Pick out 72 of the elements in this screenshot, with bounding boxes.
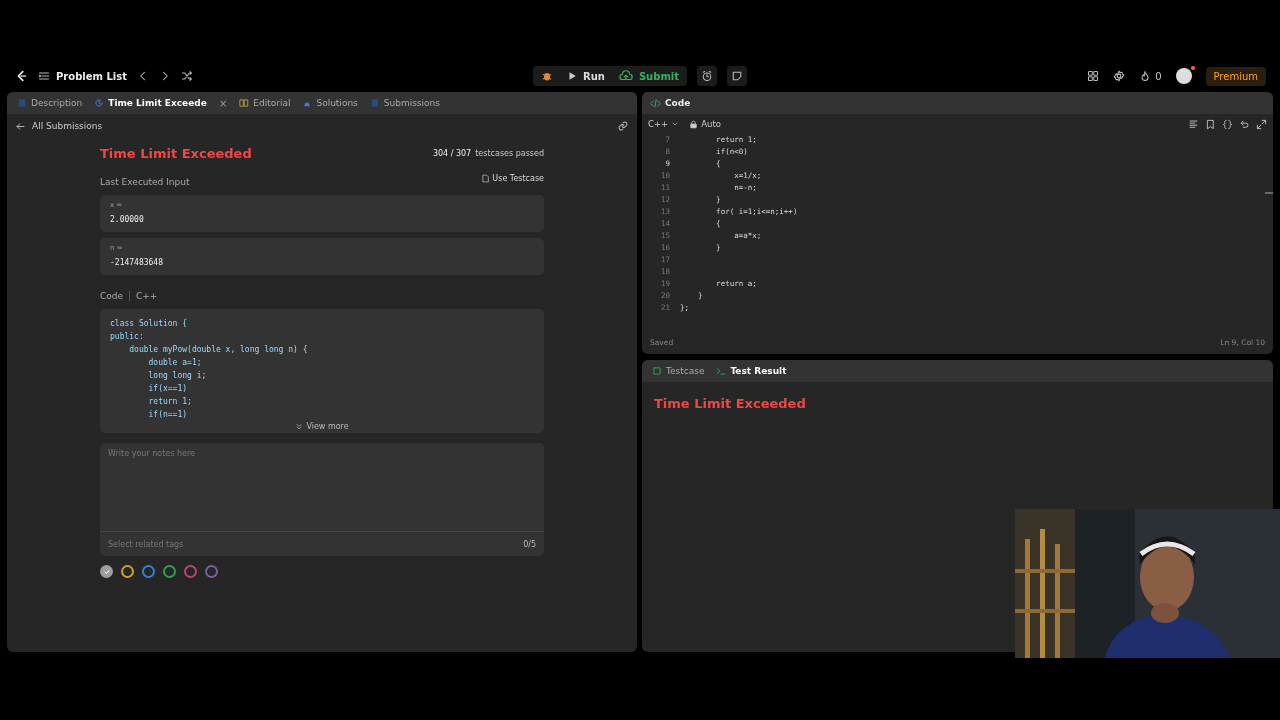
input-value: -2147483648 [110,258,164,267]
undo-icon [1239,118,1250,130]
view-more-button[interactable]: View more [289,421,355,432]
format-icon [1188,118,1199,130]
clock-icon [94,98,105,108]
panel-title: Code [665,98,691,108]
streak-count: 0 [1155,70,1162,82]
passed-count: 304 / 307 [432,149,472,158]
code-line: public: [110,331,145,343]
code-label: Code [100,291,124,301]
code-line: if(x==1) [147,383,189,395]
caret-icon [671,120,680,128]
color-swatch[interactable] [100,565,113,578]
note-icon [731,70,744,82]
arrow-left-icon [15,120,26,132]
document-icon [369,98,380,108]
code-icon [650,97,661,109]
premium-button[interactable]: Premium [1205,66,1266,86]
language-label: C++ [136,291,158,301]
status-title: Time Limit Exceeded [100,146,252,161]
problem-list-button[interactable]: Problem List [38,70,127,82]
code-line: class Solution { [110,318,189,330]
color-swatch[interactable] [142,565,155,578]
bug-icon [540,70,553,82]
double-chevron-down-icon [295,422,304,431]
panel-tab[interactable]: Description [17,98,83,108]
document-icon [17,98,27,108]
passed-label: testcases passed [475,149,544,158]
check-icon [102,567,111,576]
mode-label: Auto [701,119,721,129]
file-icon [481,173,491,183]
book-icon [239,98,250,108]
color-swatch[interactable] [163,565,176,578]
back-link[interactable]: All Submissions [15,120,103,132]
code-line: long long i; [147,370,208,382]
lock-icon [689,119,699,129]
shuffle-icon [180,70,193,82]
section-heading: Last Executed Input [100,177,190,187]
code-line: double myPow(double x, long long n) { [128,344,309,356]
expand-icon [1256,118,1267,130]
color-swatch[interactable] [205,565,218,578]
language-dropdown[interactable]: C++ [648,119,680,129]
tag-count: 0/5 [523,539,536,549]
use-testcase-button[interactable]: Use Testcase [481,173,544,183]
panel-tab[interactable]: Testcase [652,366,705,376]
link-icon [617,120,629,132]
alarm-icon [701,70,714,82]
list-icon [38,70,50,82]
code-line: if(n==1) [147,409,189,421]
color-swatch[interactable] [121,565,134,578]
code-line: double a=1; [147,357,203,369]
input-value: 2.00000 [110,215,145,224]
braces-icon [1222,118,1233,130]
panel-tab[interactable]: Editorial [239,98,291,108]
code-line: return 1; [147,396,193,408]
grid-icon [1087,70,1100,82]
cloud-upload-icon [618,69,633,83]
panel-tab[interactable]: Submissions [369,98,440,108]
terminal-icon [716,366,727,376]
panel-tab[interactable]: Test Result [716,366,787,376]
bookmark-icon [1205,118,1216,130]
run-button[interactable]: Run [566,70,605,82]
fire-icon [1139,70,1152,82]
settings-icon [1113,70,1126,82]
close-icon[interactable]: × [218,97,228,109]
avatar[interactable] [1175,68,1192,84]
color-swatch[interactable] [184,565,197,578]
submit-button[interactable]: Submit [618,69,680,83]
verdict-title: Time Limit Exceeded [653,395,807,413]
panel-tab[interactable]: Solutions [302,98,358,108]
panel-tab[interactable]: Time Limit Exceede [94,98,207,108]
checkbox-icon [652,366,662,376]
